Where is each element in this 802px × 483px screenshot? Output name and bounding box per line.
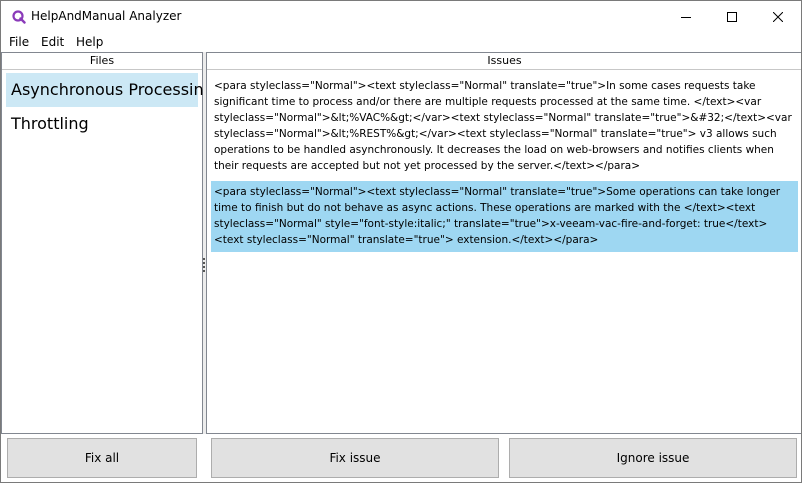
menu-help[interactable]: Help: [76, 35, 103, 49]
files-list: Asynchronous Processing Throttling: [6, 73, 214, 141]
menu-edit[interactable]: Edit: [41, 35, 64, 49]
button-bar: Fix all Fix issue Ignore issue: [1, 434, 801, 482]
file-item-throttling[interactable]: Throttling: [6, 107, 198, 141]
fix-all-button[interactable]: Fix all: [7, 438, 197, 478]
ignore-issue-button[interactable]: Ignore issue: [509, 438, 797, 478]
title-bar[interactable]: HelpAndManual Analyzer: [1, 1, 801, 33]
file-item-asynchronous-processing[interactable]: Asynchronous Processing: [6, 73, 214, 107]
files-header: Files: [2, 53, 202, 70]
issue-item-selected[interactable]: <para styleclass="Normal"><text stylecla…: [211, 181, 798, 252]
minimize-icon: [681, 17, 691, 18]
close-icon: [773, 12, 783, 22]
files-panel: Files Asynchronous Processing Throttling: [1, 52, 214, 434]
window-title: HelpAndManual Analyzer: [31, 9, 182, 23]
close-button[interactable]: [755, 1, 801, 33]
issues-panel: Issues <para styleclass="Normal"><text s…: [206, 52, 801, 434]
menu-bar: File Edit Help: [1, 33, 801, 52]
menu-file[interactable]: File: [9, 35, 29, 49]
maximize-icon: [727, 12, 737, 22]
issue-item[interactable]: <para styleclass="Normal"><text stylecla…: [211, 75, 798, 178]
app-window: HelpAndManual Analyzer File Edit Help Fi…: [0, 0, 802, 483]
maximize-button[interactable]: [709, 1, 755, 33]
minimize-button[interactable]: [663, 1, 709, 33]
app-logo-icon: [12, 10, 26, 24]
fix-issue-button[interactable]: Fix issue: [211, 438, 499, 478]
issues-list: <para styleclass="Normal"><text stylecla…: [211, 75, 798, 255]
issues-header: Issues: [207, 53, 801, 70]
